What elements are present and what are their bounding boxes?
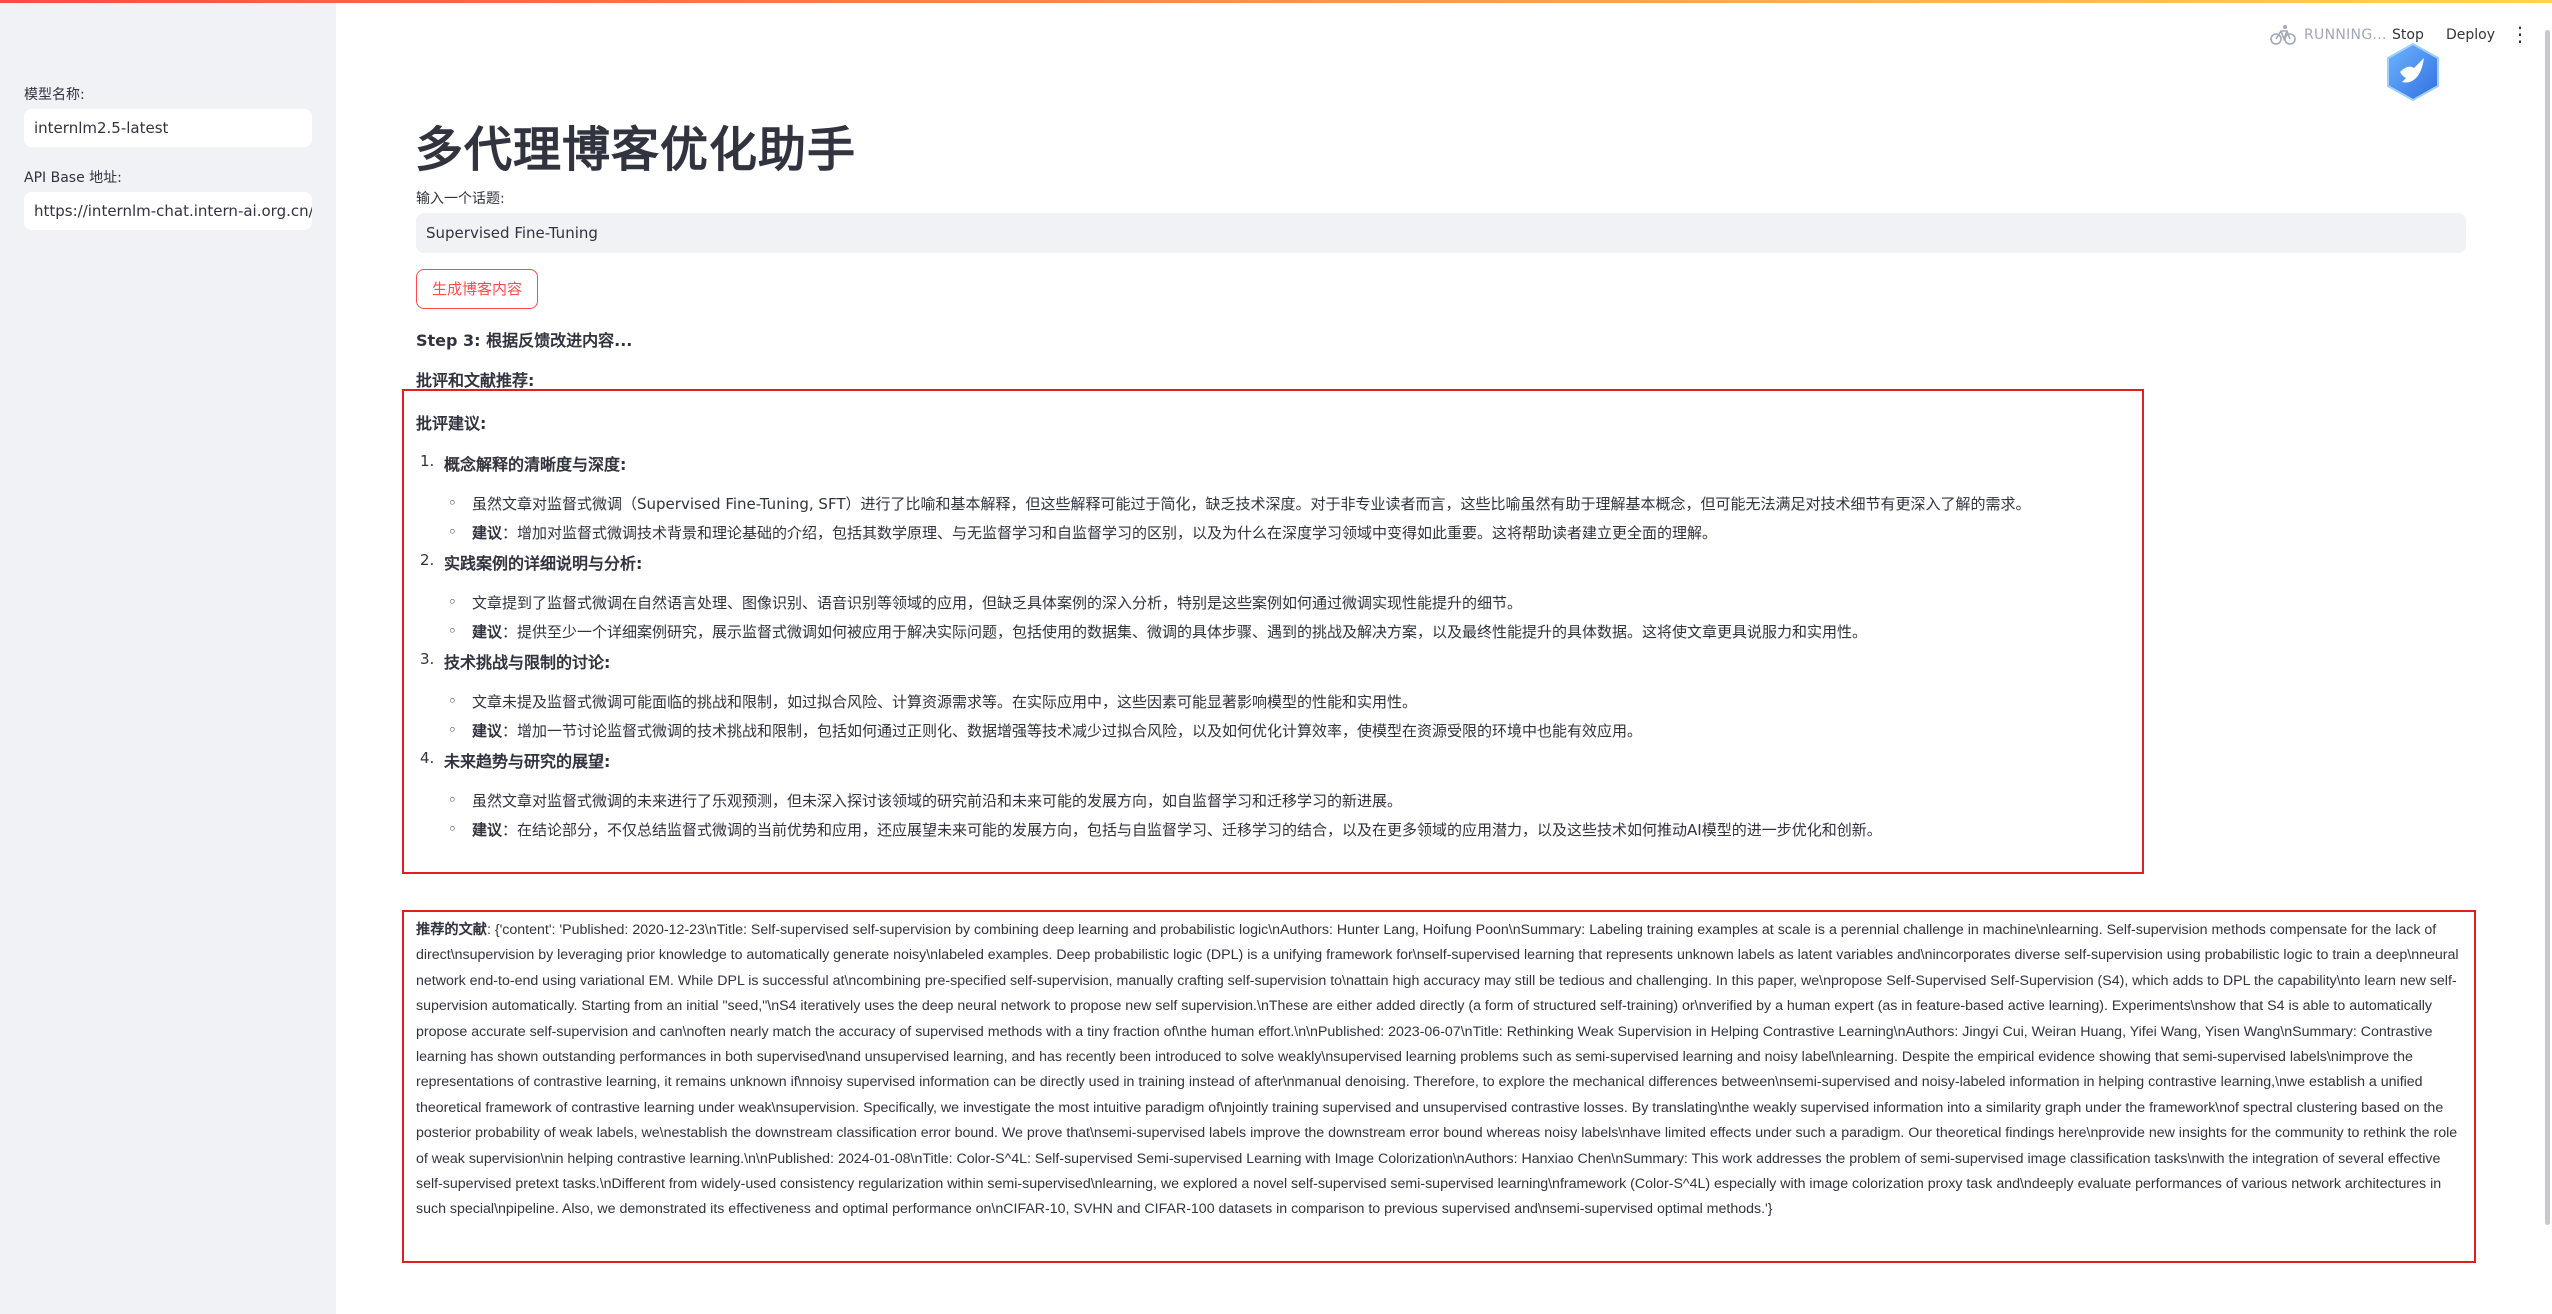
deploy-button[interactable]: Deploy [2446,27,2495,43]
model-name-label: 模型名称: [24,87,85,103]
generate-blog-button[interactable]: 生成博客内容 [416,269,538,309]
top-decoration-bar [0,0,2552,3]
main-menu-icon[interactable]: ⋮ [2510,24,2530,44]
critique-bullet: 虽然文章对监督式微调的未来进行了乐观预测，但未深入探讨该领域的研究前沿和未来可能… [472,792,1403,810]
running-bike-icon [2270,25,2296,45]
critique-item-title: 技术挑战与限制的讨论: [444,653,611,672]
list-number: 2. [420,551,435,569]
step-status: Step 3: 根据反馈改进内容... [416,331,633,350]
api-base-label: API Base 地址: [24,170,122,186]
references-content: : {'content': 'Published: 2020-12-23\nTi… [416,922,2459,1218]
bullet-icon: ◦ [448,692,457,710]
bullet-icon: ◦ [448,523,457,541]
page-title: 多代理博客优化助手 [415,122,857,178]
model-name-input[interactable]: internlm2.5-latest [24,109,312,147]
list-number: 4. [420,749,435,767]
topic-input[interactable]: Supervised Fine-Tuning [416,213,2466,253]
list-number: 3. [420,650,435,668]
stop-button[interactable]: Stop [2392,27,2424,43]
critique-bullet: 文章未提及监督式微调可能面临的挑战和限制，如过拟合风险、计算资源需求等。在实际应… [472,693,1418,711]
api-base-input[interactable]: https://internlm-chat.intern-ai.org.cn/p… [24,192,312,230]
critique-bullet: 建议：提供至少一个详细案例研究，展示监督式微调如何被应用于解决实际问题，包括使用… [472,623,1868,641]
list-number: 1. [420,452,435,470]
scrollbar-thumb[interactable] [2545,30,2550,1225]
critique-title: 批评建议: [416,414,487,433]
critique-bullet: 建议：增加对监督式微调技术背景和理论基础的介绍，包括其数学原理、与无监督学习和自… [472,524,1718,542]
bullet-icon: ◦ [448,593,457,611]
critique-bullet: 虽然文章对监督式微调（Supervised Fine-Tuning, SFT）进… [472,495,2031,513]
sidebar: 模型名称: internlm2.5-latest API Base 地址: ht… [0,3,336,1314]
bullet-icon: ◦ [448,622,457,640]
bullet-icon: ◦ [448,820,457,838]
critique-bullet: 建议：增加一节讨论监督式微调的技术挑战和限制，包括如何通过正则化、数据增强等技术… [472,722,1643,740]
bird-logo-icon [2387,42,2439,102]
critique-heading: 批评和文献推荐: [416,371,535,390]
bullet-icon: ◦ [448,494,457,512]
critique-bullet: 建议：在结论部分，不仅总结监督式微调的当前优势和应用，还应展望未来可能的发展方向… [472,821,1882,839]
critique-item-title: 未来趋势与研究的展望: [444,752,611,771]
references-text: 推荐的文献: {'content': 'Published: 2020-12-2… [416,918,2462,1223]
topic-label: 输入一个话题: [416,191,505,207]
bullet-icon: ◦ [448,791,457,809]
critique-item-title: 概念解释的清晰度与深度: [444,455,627,474]
critique-bullet: 文章提到了监督式微调在自然语言处理、图像识别、语音识别等领域的应用，但缺乏具体案… [472,594,1523,612]
critique-item-title: 实践案例的详细说明与分析: [444,554,643,573]
bullet-icon: ◦ [448,721,457,739]
references-label: 推荐的文献 [416,922,487,938]
running-status: RUNNING... [2304,27,2387,43]
